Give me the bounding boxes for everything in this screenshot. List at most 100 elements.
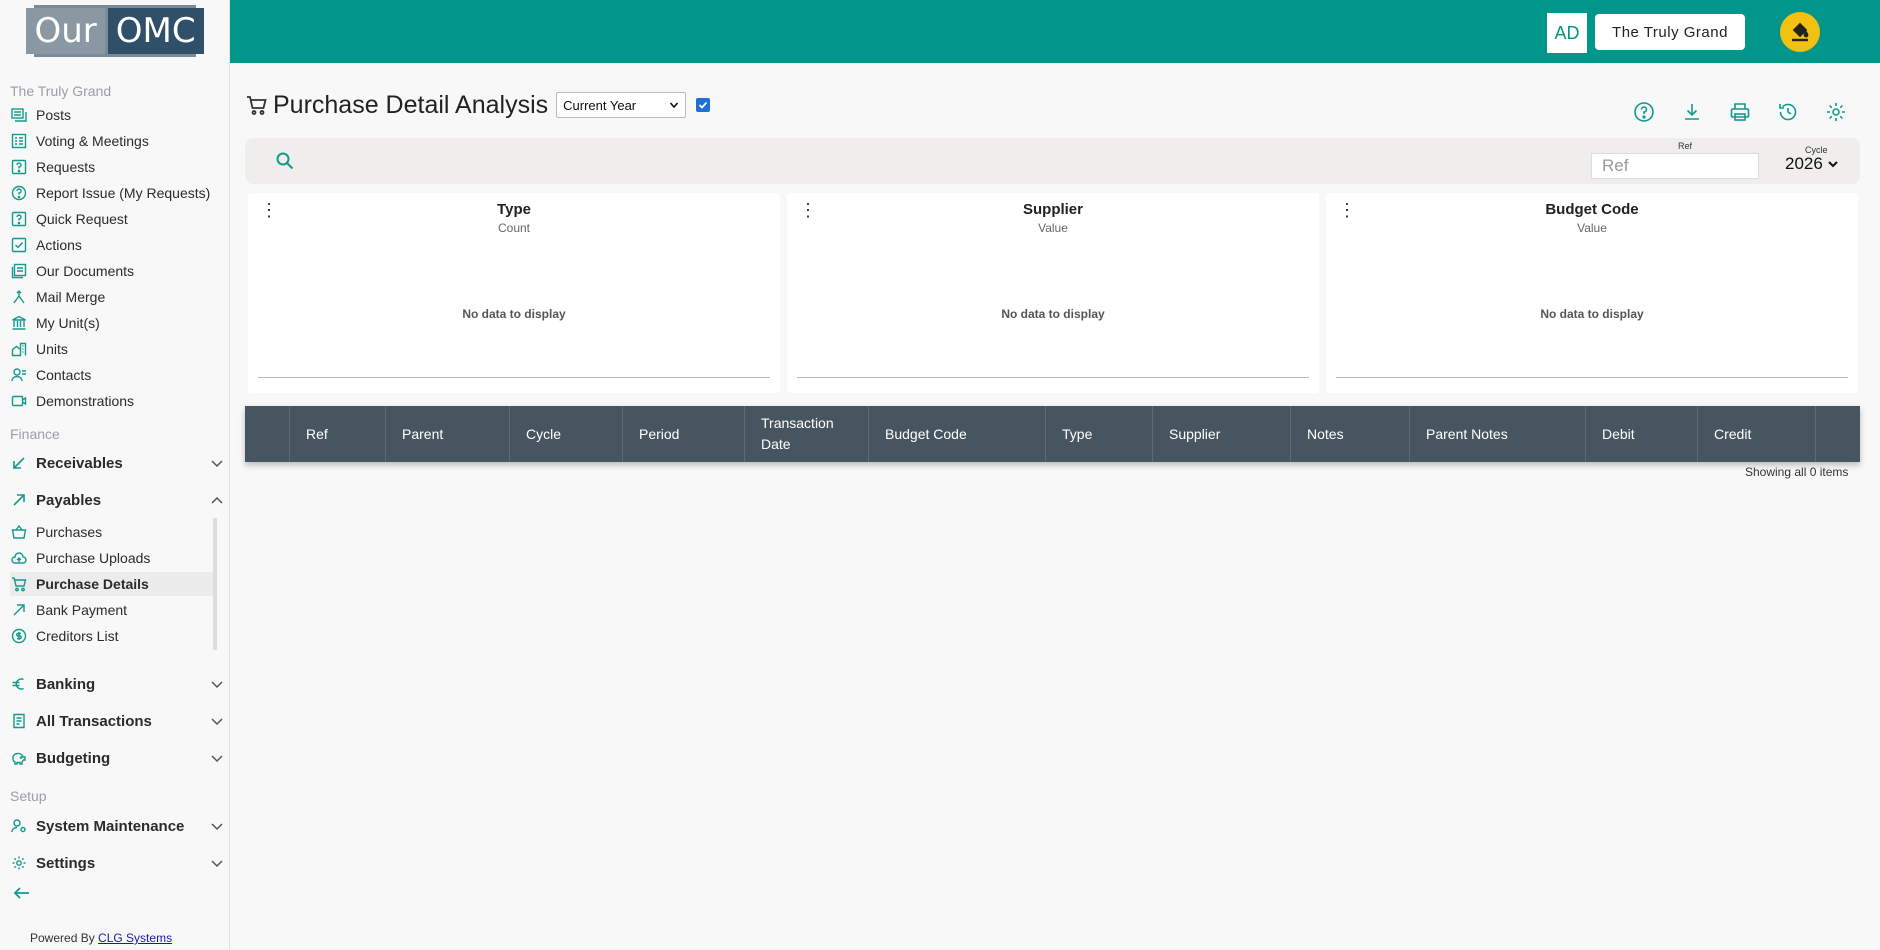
cart-icon [10,575,28,593]
video-icon [10,392,28,410]
powered-by-link[interactable]: CLG Systems [98,931,172,945]
card-title: Supplier [1022,201,1083,218]
tenant-button[interactable]: The Truly Grand [1595,14,1745,50]
user-cog-icon [10,817,28,835]
ballot-icon [10,132,28,150]
logo-part-omc: OMC [107,8,204,54]
sidebar-group-label: System Maintenance [36,817,185,835]
sidebar-item-bank-payment[interactable]: Bank Payment [10,598,215,622]
contacts-icon [10,366,28,384]
sidebar-item-purchases[interactable]: Purchases [10,520,215,544]
column-header-parent[interactable]: Parent [386,406,510,462]
chart-card-type: ⋮ Type Count No data to display [248,193,780,393]
column-header-cycle[interactable]: Cycle [510,406,623,462]
checkbox-icon [10,236,28,254]
sidebar-section-label: Finance [10,426,60,442]
sidebar-item-report-issue[interactable]: Report Issue (My Requests) [10,181,215,205]
dollar-circle-icon [10,627,28,645]
sidebar-item-creditors-list[interactable]: Creditors List [10,624,215,648]
chart-card-budget-code: ⋮ Budget Code Value No data to display [1326,193,1858,393]
collapse-sidebar-icon[interactable] [12,883,32,903]
card-title: Type [497,201,531,218]
chevron-down-icon [211,755,223,763]
ref-input[interactable]: Ref [1591,153,1759,179]
sidebar-item-posts[interactable]: Posts [10,103,215,127]
select-column-header[interactable] [245,406,290,462]
sidebar-item-demonstrations[interactable]: Demonstrations [10,389,215,413]
card-subtitle: Value [1038,221,1068,235]
sidebar-item-requests[interactable]: Requests [10,155,215,179]
gear-icon [1827,103,1845,121]
sidebar-item-mail-merge[interactable]: Mail Merge [10,285,215,309]
help-circle-icon [10,184,28,202]
sidebar-group-receivables[interactable]: Receivables [10,449,225,477]
sidebar-item-documents[interactable]: Our Documents [10,259,215,283]
settings-button[interactable] [1824,100,1848,124]
chevron-down-icon [211,460,223,468]
column-header-notes[interactable]: Notes [1291,406,1410,462]
sidebar-item-quick-request[interactable]: Quick Request [10,207,215,231]
column-header-period[interactable]: Period [623,406,745,462]
logo-part-our: Our [26,8,105,54]
sidebar-group-system-maintenance[interactable]: System Maintenance [10,812,225,840]
sidebar-item-label: Requests [36,159,96,175]
chart-axis [797,377,1309,378]
sidebar-item-voting[interactable]: Voting & Meetings [10,129,215,153]
help-button[interactable] [1632,100,1656,124]
cycle-select-value: 2026 [1785,154,1823,173]
sidebar-group-banking[interactable]: Banking [10,670,225,698]
sidebar-group-label: All Transactions [36,712,152,730]
sidebar-item-label: Report Issue (My Requests) [36,185,211,201]
sidebar-section-label: Setup [10,788,47,804]
chevron-up-icon [211,496,223,504]
sidebar-group-settings[interactable]: Settings [10,849,225,877]
sidebar-item-label: Posts [36,107,72,123]
checkbox[interactable] [696,98,711,112]
card-subtitle: Count [497,221,531,235]
app-logo[interactable]: Our OMC [26,5,204,57]
sidebar-group-budgeting[interactable]: Budgeting [10,744,225,772]
empty-message: No data to display [462,307,566,321]
sidebar-item-actions[interactable]: Actions [10,233,215,257]
sidebar-group-payables[interactable]: Payables [10,486,225,514]
sidebar-item-my-units[interactable]: My Unit(s) [10,311,215,335]
sidebar-item-label: Mail Merge [36,289,106,305]
period-select[interactable]: Current Year [556,92,687,118]
column-header-type[interactable]: Type [1046,406,1153,462]
sidebar-group-all-transactions[interactable]: All Transactions [10,707,225,735]
column-header-credit[interactable]: Credit [1698,406,1816,462]
sidebar-group-label: Settings [36,854,96,872]
chart-axis [1336,377,1848,378]
avatar[interactable]: AD [1547,13,1587,53]
theme-button[interactable] [1780,12,1820,52]
cycle-select[interactable]: 2026 [1785,154,1839,174]
column-header-budget-code[interactable]: Budget Code [869,406,1046,462]
sidebar-item-purchase-uploads[interactable]: Purchase Uploads [10,546,215,570]
history-button[interactable] [1776,100,1800,124]
filter-bar: Ref Ref Cycle 2026 [245,138,1860,184]
sidebar-item-contacts[interactable]: Contacts [10,363,215,387]
sidebar-item-purchase-details[interactable]: Purchase Details [10,572,215,596]
arrow-up-right-icon [10,601,28,619]
sidebar-item-units[interactable]: Units [10,337,215,361]
piggy-bank-icon [10,749,28,767]
chart-axis [258,377,770,378]
column-header-parent-notes[interactable]: Parent Notes [1410,406,1586,462]
column-header-ref[interactable]: Ref [290,406,386,462]
sidebar-item-label: Quick Request [36,211,128,227]
print-button[interactable] [1728,100,1752,124]
sidebar-item-label: Purchases [36,524,103,540]
download-button[interactable] [1680,100,1704,124]
chevron-down-icon [1828,161,1838,168]
column-header-debit[interactable]: Debit [1586,406,1698,462]
sidebar-item-label: Purchase Uploads [36,550,151,566]
submenu-scrollbar[interactable] [213,518,217,650]
search-icon[interactable] [275,151,295,171]
period-select-value: Current Year [563,97,637,113]
chevron-down-icon [211,823,223,831]
gear-icon [10,854,28,872]
column-header-supplier[interactable]: Supplier [1153,406,1291,462]
cart-icon [247,96,267,115]
chevron-down-icon [211,718,223,726]
column-header-transaction-date[interactable]: Transaction Date [745,406,869,462]
